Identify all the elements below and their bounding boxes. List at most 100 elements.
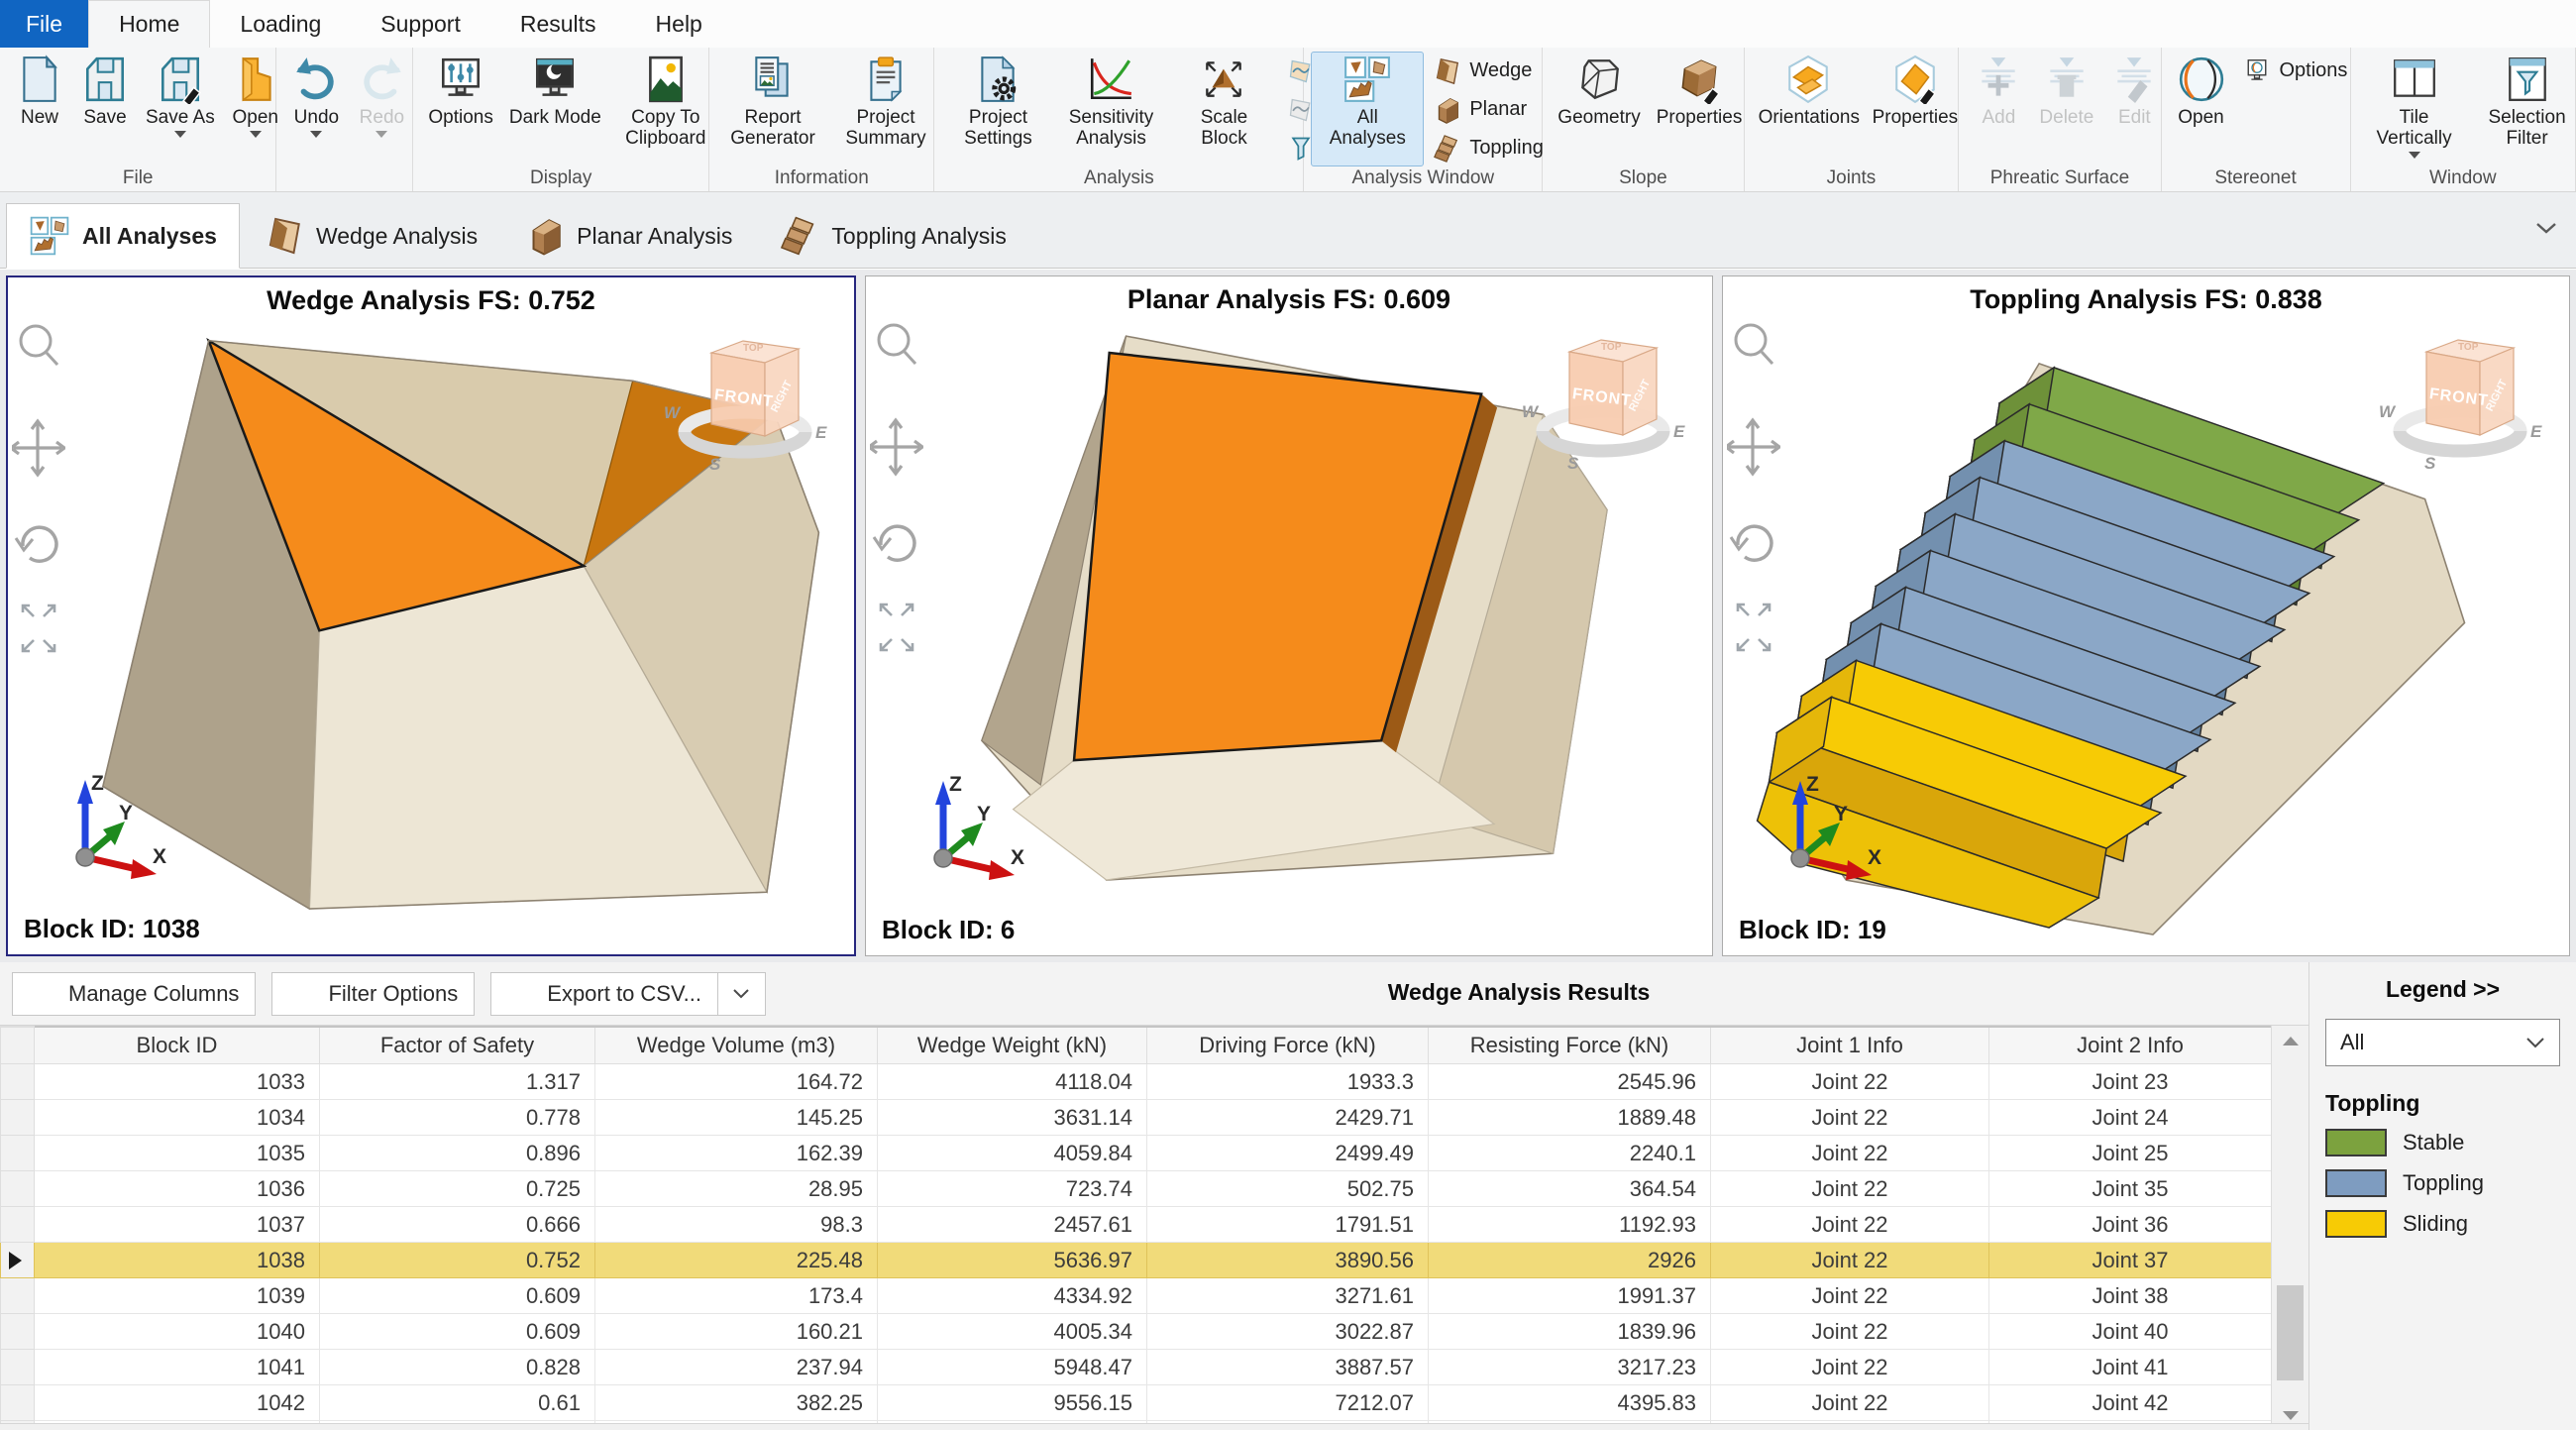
zoom-extents-icons[interactable] [1738,605,1770,650]
cell: Joint 24 [1989,1100,2272,1136]
column-header-factor-of-safety[interactable]: Factor of Safety [320,1027,595,1064]
undo-button[interactable]: Undo [283,52,349,166]
delete-button[interactable]: Delete [2031,52,2101,166]
scroll-up-icon[interactable] [2272,1026,2308,1055]
table-row[interactable]: 10370.66698.32457.611791.511192.93Joint … [1,1207,2272,1243]
tabbar-chevron-down-icon[interactable] [2534,220,2558,236]
column-header-wedge-volume-m3[interactable]: Wedge Volume (m3) [595,1027,878,1064]
save-button[interactable]: Save [72,52,138,166]
report-generator-button[interactable]: Report Generator [716,52,829,166]
zoom-icon[interactable] [21,326,57,365]
tab-wedge-analysis[interactable]: Wedge Analysis [240,203,500,269]
table-row[interactable]: 10340.778145.253631.142429.711889.48Join… [1,1100,2272,1136]
manage-columns-button[interactable]: Manage Columns [12,972,256,1016]
tab-toppling-analysis[interactable]: Toppling Analysis [755,203,1028,269]
planar-button[interactable]: Planar [1424,90,1552,129]
orientations-button[interactable]: Orientations [1752,52,1865,166]
viewport-toolbar[interactable] [12,303,65,710]
legend-header[interactable]: Legend >> [2325,976,2560,1003]
vertical-scrollbar[interactable] [2271,1026,2308,1430]
table-row[interactable]: 10380.752225.485636.973890.562926Joint 2… [1,1243,2272,1278]
menu-tab-loading[interactable]: Loading [210,0,351,48]
column-header-joint-1-info[interactable]: Joint 1 Info [1711,1027,1989,1064]
edit-button[interactable]: Edit [2101,52,2167,166]
copy-to-clipboard-button[interactable]: Copy To Clipboard [609,52,722,166]
properties-button[interactable]: Properties [1865,52,1967,166]
options-button[interactable]: Options [420,52,500,166]
viewport-toppling-analysis[interactable]: Toppling Analysis FS: 0.838 [1722,275,2570,956]
dark-mode-button[interactable]: Dark Mode [501,52,609,166]
table-row[interactable]: 10390.609173.44334.923271.611991.37Joint… [1,1278,2272,1314]
column-header-joint-2-info[interactable]: Joint 2 Info [1989,1027,2272,1064]
cell: 3887.57 [1147,1350,1429,1385]
scale-block-button[interactable]: Scale Block [1167,52,1280,166]
cell: 364.54 [1429,1171,1711,1207]
menu-bar: FileHomeLoadingSupportResultsHelp [0,0,2576,48]
all-analyses-button[interactable]: All Analyses [1311,52,1424,166]
selection-filter-button[interactable]: Selection Filter [2471,52,2576,166]
nav-cube[interactable]: W S E TOP FRONT RIGHT [1518,316,1688,477]
pan-icon[interactable] [870,420,922,474]
table-row[interactable]: 10360.72528.95723.74502.75364.54Joint 22… [1,1171,2272,1207]
scrollbar-thumb[interactable] [2277,1285,2304,1380]
table-row[interactable]: 10400.609160.214005.343022.871839.96Join… [1,1314,2272,1350]
rotate-icon[interactable] [16,527,56,561]
add-button[interactable]: Add [1966,52,2031,166]
geometry-button[interactable]: Geometry [1550,52,1648,166]
export-group: Export to CSV... [490,972,766,1016]
sensitivity-analysis-button[interactable]: Sensitivity Analysis [1054,52,1167,166]
project-summary-icon [861,55,911,104]
menu-tab-support[interactable]: Support [351,0,490,48]
analysis-tab-bar: All AnalysesWedge AnalysisPlanar Analysi… [0,192,2576,269]
open-button[interactable]: Open [2169,52,2234,166]
viewport-wedge-analysis[interactable]: Wedge Analysis FS: 0.752 [6,275,856,956]
zoom-extents-icons[interactable] [881,605,912,650]
menu-tab-results[interactable]: Results [490,0,626,48]
rotate-icon[interactable] [874,526,914,560]
new-button[interactable]: New [7,52,72,166]
manage-columns-label: Manage Columns [68,981,239,1007]
table-row[interactable]: 10350.896162.394059.842499.492240.1Joint… [1,1136,2272,1171]
ribbon-group-label: Phreatic Surface [1966,167,2153,191]
tile-vertically-button[interactable]: Tile Vertically [2358,52,2471,166]
export-csv-button[interactable]: Export to CSV... [490,972,718,1016]
viewport-planar-analysis[interactable]: Planar Analysis FS: 0.609 [865,275,1713,956]
redo-button[interactable]: Redo [349,52,414,166]
toppling-button[interactable]: Toppling [1424,129,1552,167]
pan-icon[interactable] [12,421,64,475]
properties-button[interactable]: Properties [1649,52,1751,166]
zoom-icon[interactable] [879,325,915,364]
viewport-toolbar[interactable] [870,302,923,709]
column-header-block-id[interactable]: Block ID [35,1027,320,1064]
nav-cube[interactable]: W S E TOP FRONT RIGHT [660,317,830,478]
button-label: Properties [1873,107,1959,128]
ribbon-group-items: OptionsDark ModeCopy To Clipboard [420,52,701,167]
column-header-resisting-force-kn[interactable]: Resisting Force (kN) [1429,1027,1711,1064]
save-as-button[interactable]: Save As [138,52,223,166]
horizontal-scrollbar[interactable] [0,1423,2308,1430]
filter-options-button[interactable]: Filter Options [271,972,475,1016]
column-header-driving-force-kn[interactable]: Driving Force (kN) [1147,1027,1429,1064]
menu-tab-help[interactable]: Help [626,0,732,48]
tab-planar-analysis[interactable]: Planar Analysis [500,203,755,269]
menu-tab-home[interactable]: Home [88,0,210,48]
project-summary-button[interactable]: Project Summary [829,52,942,166]
rotate-icon[interactable] [1731,526,1771,560]
table-row[interactable]: 10410.828237.945948.473887.573217.23Join… [1,1350,2272,1385]
tab-all-analyses[interactable]: All Analyses [6,203,240,269]
wedge-button[interactable]: Wedge [1424,52,1552,90]
menu-tab-file[interactable]: File [0,0,88,48]
viewport-toolbar[interactable] [1727,302,1780,709]
legend-filter-dropdown[interactable]: All [2325,1019,2560,1066]
pan-icon[interactable] [1727,420,1779,474]
options-button[interactable]: Options [2234,52,2356,90]
project-settings-button[interactable]: Project Settings [941,52,1054,166]
nav-cube[interactable]: W S E TOP FRONT RIGHT [2375,316,2545,477]
zoom-icon[interactable] [1736,325,1772,364]
column-header-wedge-weight-kn[interactable]: Wedge Weight (kN) [878,1027,1147,1064]
zoom-extents-icons[interactable] [23,605,54,651]
table-row[interactable]: 10420.61382.259556.157212.074395.83Joint… [1,1385,2272,1421]
table-header-row[interactable]: Block IDFactor of SafetyWedge Volume (m3… [1,1027,2272,1064]
export-dropdown-button[interactable] [718,972,766,1016]
table-row[interactable]: 10331.317164.724118.041933.32545.96Joint… [1,1064,2272,1100]
